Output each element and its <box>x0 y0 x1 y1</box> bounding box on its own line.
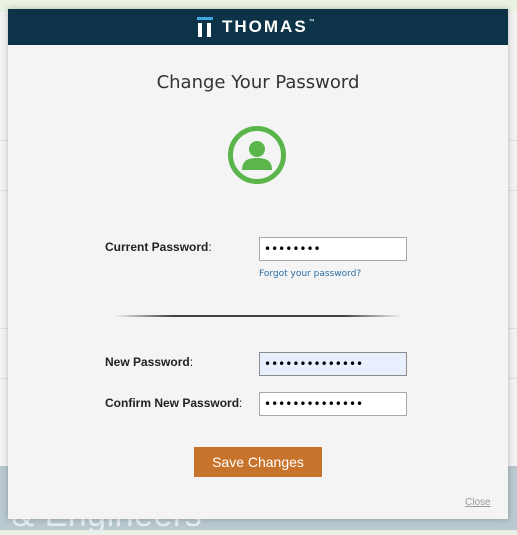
new-password-label: New Password: <box>105 355 194 369</box>
confirm-password-input[interactable]: •••••••••••••• <box>259 392 407 416</box>
forgot-password-link[interactable]: Forgot your password? <box>259 269 361 279</box>
brand: THOMAS ™ <box>196 15 315 39</box>
brand-name: THOMAS <box>222 17 308 36</box>
section-divider <box>114 315 402 317</box>
current-password-input[interactable]: •••••••• <box>259 237 407 261</box>
thomas-logo-icon <box>196 17 214 37</box>
save-changes-button[interactable]: Save Changes <box>194 447 322 477</box>
close-link[interactable]: Close <box>465 497 491 508</box>
change-password-dialog: THOMAS ™ Change Your Password Current Pa… <box>8 9 508 519</box>
dialog-header: THOMAS ™ <box>8 9 508 45</box>
dialog-title: Change Your Password <box>156 72 360 93</box>
brand-trademark: ™ <box>308 19 315 25</box>
confirm-password-label: Confirm New Password: <box>105 396 243 410</box>
user-circle-icon <box>228 126 286 184</box>
current-password-label: Current Password: <box>105 240 212 254</box>
new-password-input[interactable]: •••••••••••••• <box>259 352 407 376</box>
